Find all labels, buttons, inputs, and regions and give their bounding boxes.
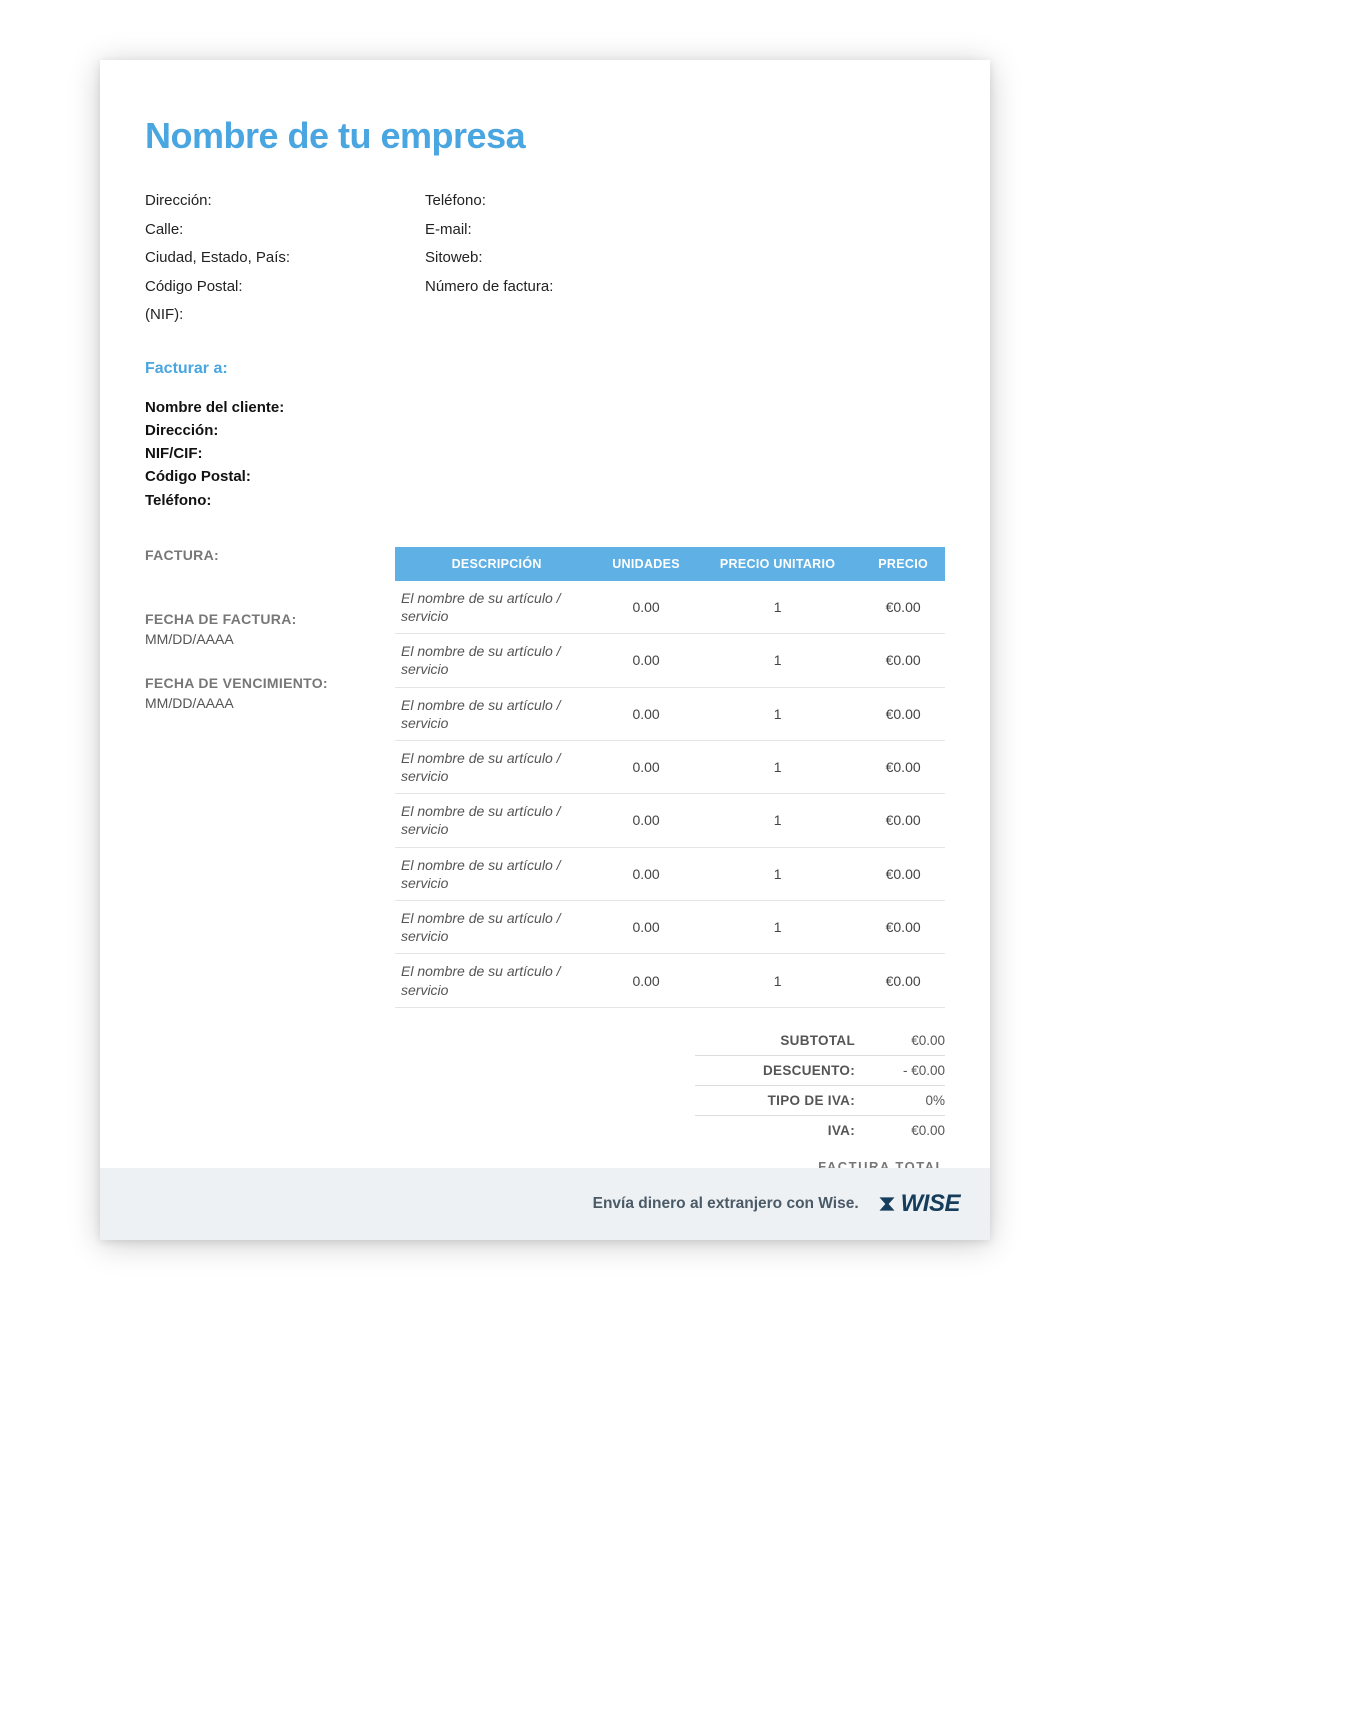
cell-price: €0.00 (861, 581, 945, 634)
cell-units: 0.00 (598, 847, 694, 900)
vat-label: IVA: (705, 1123, 855, 1138)
cell-description: El nombre de su artículo / servicio (395, 687, 598, 740)
cell-description: El nombre de su artículo / servicio (395, 740, 598, 793)
email-label: E-mail: (425, 216, 625, 245)
subtotal-label: SUBTOTAL (705, 1033, 855, 1048)
client-address-label: Dirección: (145, 419, 945, 442)
cell-units: 0.00 (598, 901, 694, 954)
footer: Envía dinero al extranjero con Wise. WIS… (100, 1168, 990, 1240)
postal-label: Código Postal: (145, 273, 345, 302)
company-info: Dirección: Calle: Ciudad, Estado, País: … (145, 187, 945, 330)
cell-price: €0.00 (861, 954, 945, 1007)
invoice-due-value: MM/DD/AAAA (145, 695, 365, 711)
wise-brand-text: WISE (901, 1190, 960, 1218)
cell-price: €0.00 (861, 740, 945, 793)
client-postal-label: Código Postal: (145, 465, 945, 488)
client-phone-label: Teléfono: (145, 489, 945, 512)
invoice-date-value: MM/DD/AAAA (145, 631, 365, 647)
invoice-meta: FACTURA: FECHA DE FACTURA: MM/DD/AAAA FE… (145, 547, 365, 739)
table-row: El nombre de su artículo / servicio0.001… (395, 901, 945, 954)
cell-price: €0.00 (861, 794, 945, 847)
cell-unit-price: 1 (694, 954, 861, 1007)
discount-label: DESCUENTO: (705, 1063, 855, 1078)
wise-logo: WISE (877, 1190, 960, 1218)
cell-price: €0.00 (861, 847, 945, 900)
cell-units: 0.00 (598, 581, 694, 634)
cell-units: 0.00 (598, 740, 694, 793)
web-label: Sitoweb: (425, 244, 625, 273)
cell-units: 0.00 (598, 954, 694, 1007)
cell-price: €0.00 (861, 687, 945, 740)
table-row: El nombre de su artículo / servicio0.001… (395, 847, 945, 900)
address-label: Dirección: (145, 187, 345, 216)
cell-description: El nombre de su artículo / servicio (395, 581, 598, 634)
invoice-label: FACTURA: (145, 547, 365, 563)
vat-value: €0.00 (875, 1123, 945, 1138)
table-row: El nombre de su artículo / servicio0.001… (395, 634, 945, 687)
cell-unit-price: 1 (694, 901, 861, 954)
phone-label: Teléfono: (425, 187, 625, 216)
invoice-date-label: FECHA DE FACTURA: (145, 611, 365, 627)
cell-unit-price: 1 (694, 581, 861, 634)
cell-units: 0.00 (598, 687, 694, 740)
table-row: El nombre de su artículo / servicio0.001… (395, 687, 945, 740)
vat-rate-label: TIPO DE IVA: (705, 1093, 855, 1108)
cell-price: €0.00 (861, 634, 945, 687)
cell-unit-price: 1 (694, 634, 861, 687)
client-nif-label: NIF/CIF: (145, 442, 945, 465)
line-items-table: DESCRIPCIÓN UNIDADES PRECIO UNITARIO PRE… (395, 547, 945, 1008)
table-row: El nombre de su artículo / servicio0.001… (395, 954, 945, 1007)
cell-description: El nombre de su artículo / servicio (395, 901, 598, 954)
bill-to-title: Facturar a: (145, 360, 945, 378)
invoice-due-label: FECHA DE VENCIMIENTO: (145, 675, 365, 691)
invoice-page: Nombre de tu empresa Dirección: Calle: C… (100, 60, 990, 1240)
subtotal-value: €0.00 (875, 1033, 945, 1048)
table-row: El nombre de su artículo / servicio0.001… (395, 740, 945, 793)
cell-unit-price: 1 (694, 794, 861, 847)
cell-units: 0.00 (598, 634, 694, 687)
client-name-label: Nombre del cliente: (145, 396, 945, 419)
invoice-no-label: Número de factura: (425, 273, 625, 302)
cell-description: El nombre de su artículo / servicio (395, 847, 598, 900)
vat-rate-value: 0% (875, 1093, 945, 1108)
table-row: El nombre de su artículo / servicio0.001… (395, 581, 945, 634)
th-description: DESCRIPCIÓN (395, 547, 598, 581)
th-unit-price: PRECIO UNITARIO (694, 547, 861, 581)
company-info-right: Teléfono: E-mail: Sitoweb: Número de fac… (425, 187, 625, 330)
bill-to-fields: Nombre del cliente: Dirección: NIF/CIF: … (145, 396, 945, 512)
company-name: Nombre de tu empresa (145, 115, 945, 157)
line-items-wrap: DESCRIPCIÓN UNIDADES PRECIO UNITARIO PRE… (395, 547, 945, 1221)
cell-unit-price: 1 (694, 740, 861, 793)
th-price: PRECIO (861, 547, 945, 581)
cell-units: 0.00 (598, 794, 694, 847)
discount-value: - €0.00 (875, 1063, 945, 1078)
cell-description: El nombre de su artículo / servicio (395, 634, 598, 687)
cell-unit-price: 1 (694, 847, 861, 900)
cell-price: €0.00 (861, 901, 945, 954)
city-label: Ciudad, Estado, País: (145, 244, 345, 273)
wise-flag-icon (877, 1194, 897, 1214)
nif-label: (NIF): (145, 301, 345, 330)
cell-description: El nombre de su artículo / servicio (395, 954, 598, 1007)
company-info-left: Dirección: Calle: Ciudad, Estado, País: … (145, 187, 345, 330)
table-row: El nombre de su artículo / servicio0.001… (395, 794, 945, 847)
cell-description: El nombre de su artículo / servicio (395, 794, 598, 847)
cell-unit-price: 1 (694, 687, 861, 740)
th-units: UNIDADES (598, 547, 694, 581)
street-label: Calle: (145, 216, 345, 245)
footer-text: Envía dinero al extranjero con Wise. (593, 1195, 859, 1213)
